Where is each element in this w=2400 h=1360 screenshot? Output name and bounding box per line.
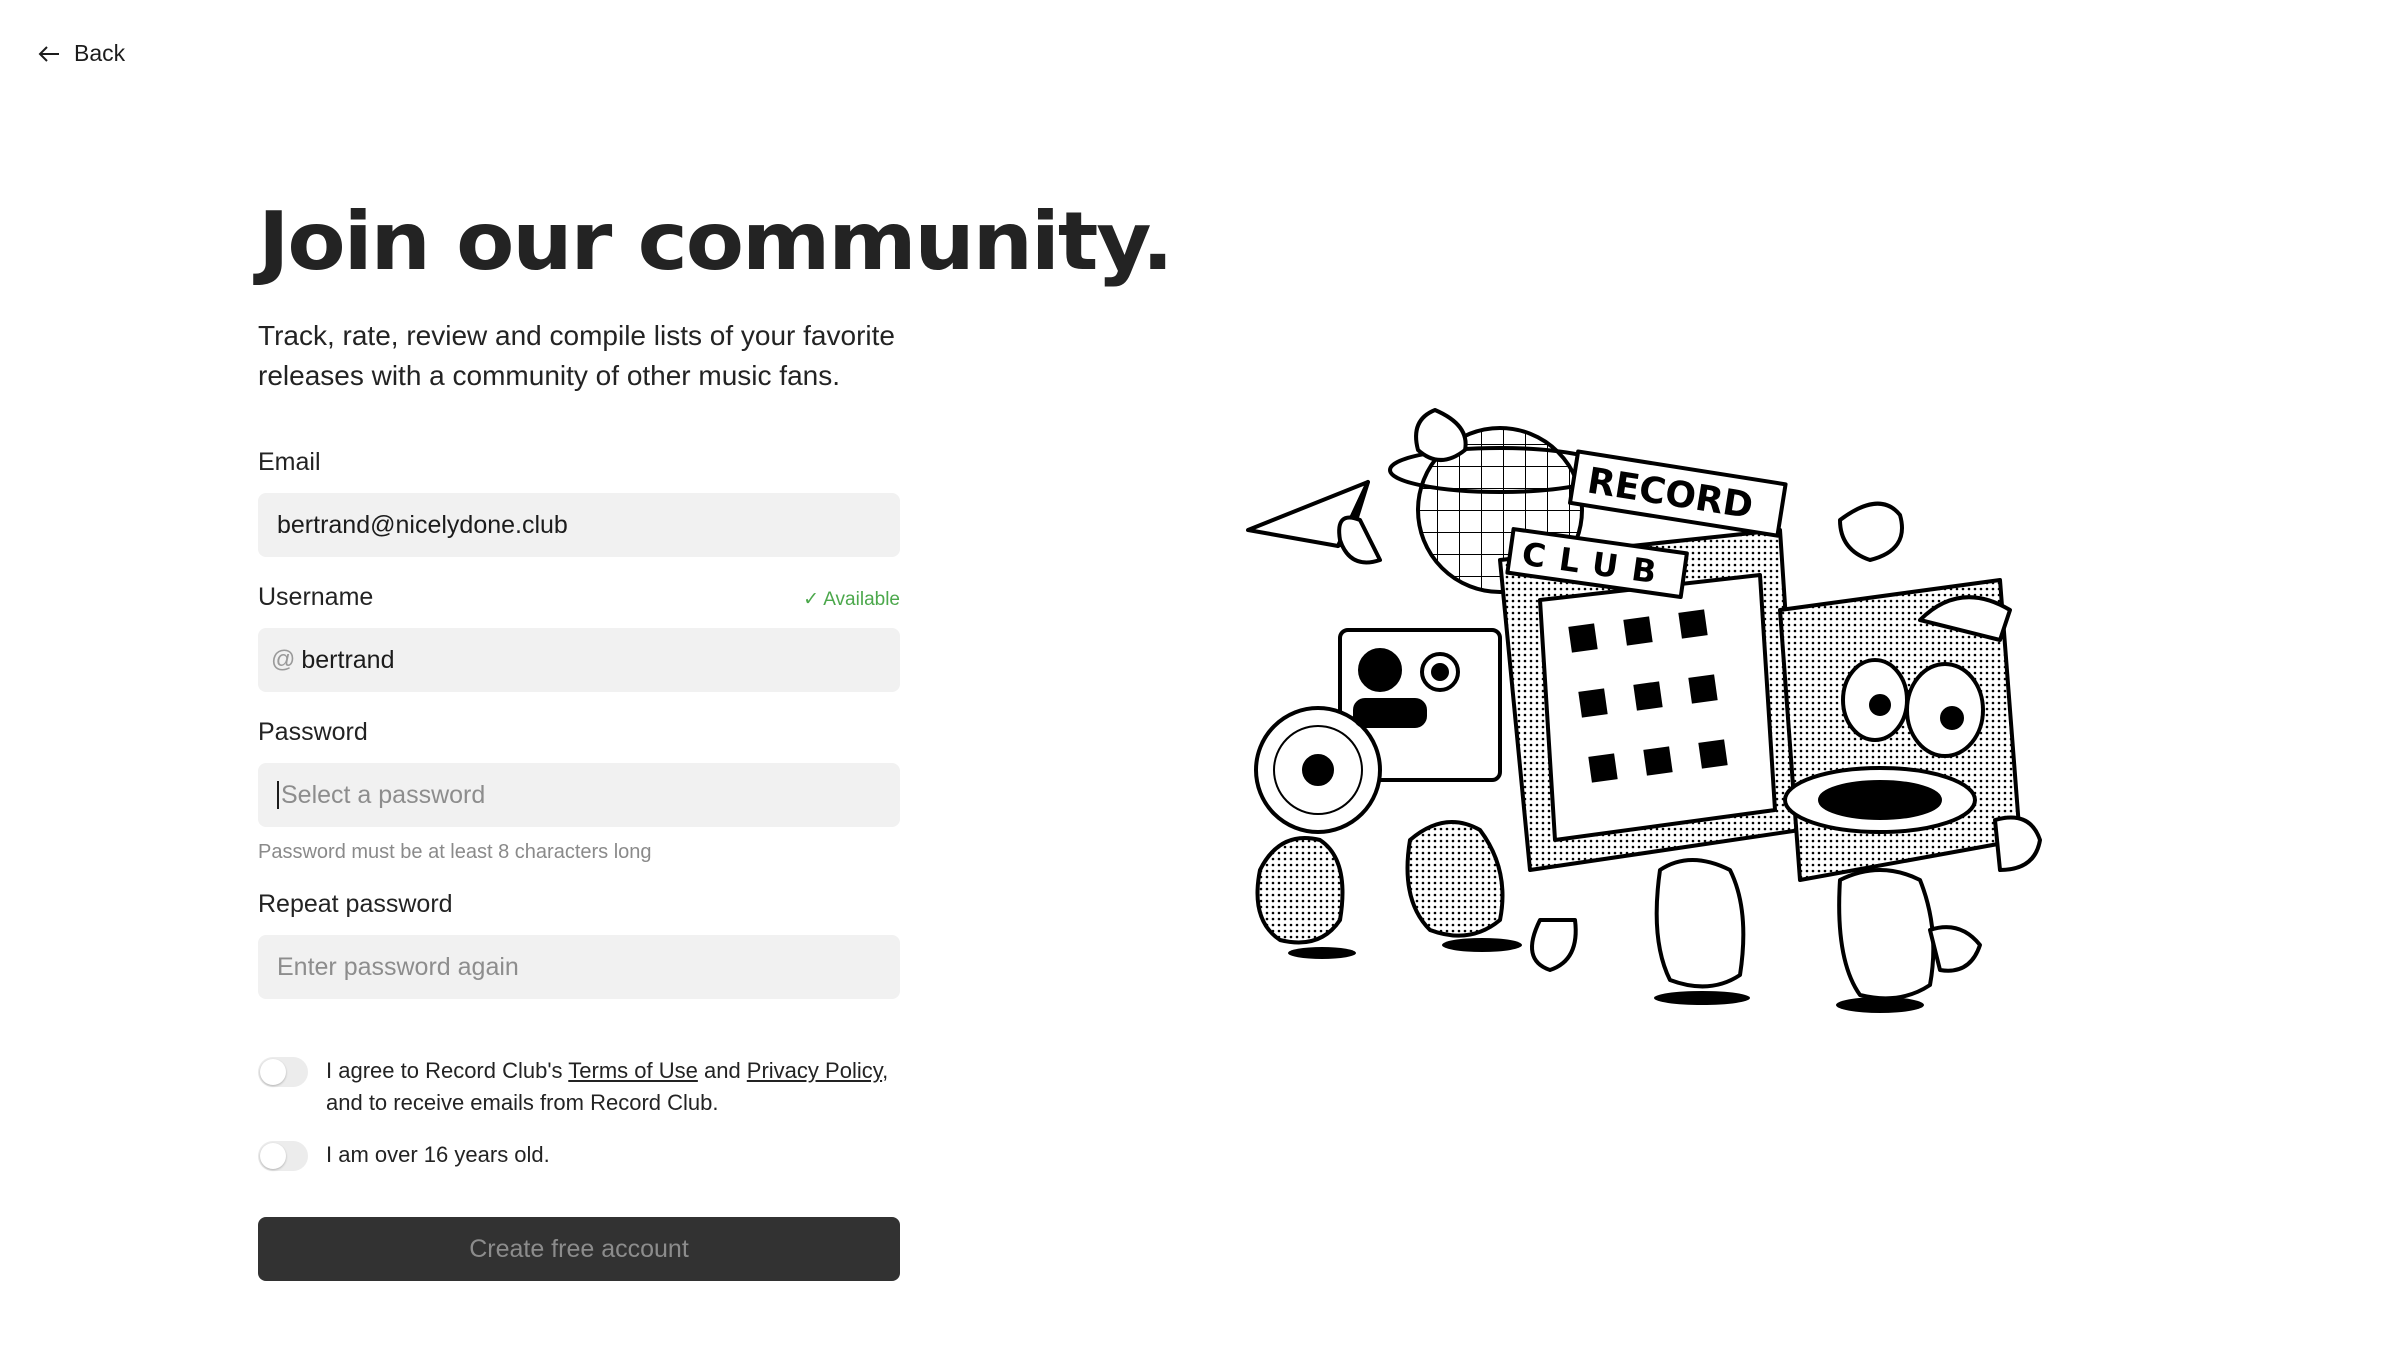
consent-checks: I agree to Record Club's Terms of Use an… — [258, 1055, 900, 1171]
arrow-left-icon — [38, 45, 59, 62]
record-club-illustration: RECORD CLUB — [1246, 408, 2042, 1013]
repeat-password-field[interactable]: Enter password again — [258, 935, 900, 999]
age-consent-row: I am over 16 years old. — [258, 1139, 900, 1171]
username-value: bertrand — [301, 645, 395, 674]
terms-of-use-link[interactable]: Terms of Use — [568, 1058, 698, 1083]
back-link[interactable]: Back — [38, 40, 125, 67]
email-field-group: Email bertrand@nicelydone.club — [258, 448, 900, 557]
password-field-group: Password Select a password Password must… — [258, 718, 900, 864]
privacy-policy-link[interactable]: Privacy Policy — [747, 1058, 882, 1083]
repeat-password-label: Repeat password — [258, 890, 453, 918]
password-hint: Password must be at least 8 characters l… — [258, 841, 652, 863]
username-field-group: Username ✓ Available @ bertrand — [258, 583, 900, 692]
username-label: Username — [258, 583, 374, 611]
terms-consent-row: I agree to Record Club's Terms of Use an… — [258, 1055, 900, 1119]
at-prefix: @ — [271, 646, 296, 673]
password-field[interactable]: Select a password — [258, 763, 900, 827]
email-value: bertrand@nicelydone.club — [277, 510, 568, 539]
age-toggle[interactable] — [258, 1141, 308, 1171]
username-available-status: ✓ Available — [803, 589, 900, 610]
age-text: I am over 16 years old. — [326, 1142, 550, 1167]
username-field[interactable]: @ bertrand — [258, 628, 900, 692]
email-label: Email — [258, 448, 321, 476]
password-placeholder: Select a password — [281, 780, 486, 809]
password-label: Password — [258, 718, 368, 746]
repeat-password-field-group: Repeat password Enter password again — [258, 890, 900, 999]
signup-form: Join our community. Track, rate, review … — [258, 190, 1174, 1281]
text-caret — [277, 781, 279, 809]
terms-text-and: and — [697, 1058, 747, 1083]
repeat-password-placeholder: Enter password again — [277, 952, 519, 981]
terms-toggle[interactable] — [258, 1057, 308, 1087]
email-field[interactable]: bertrand@nicelydone.club — [258, 493, 900, 557]
back-label: Back — [74, 40, 126, 66]
terms-text: I agree to Record Club's Terms of Use an… — [326, 1055, 900, 1119]
page-title: Join our community. — [258, 195, 1174, 288]
terms-text-before: I agree to Record Club's — [326, 1058, 569, 1083]
page-subtitle: Track, rate, review and compile lists of… — [258, 320, 895, 391]
create-account-button[interactable]: Create free account — [258, 1217, 900, 1281]
